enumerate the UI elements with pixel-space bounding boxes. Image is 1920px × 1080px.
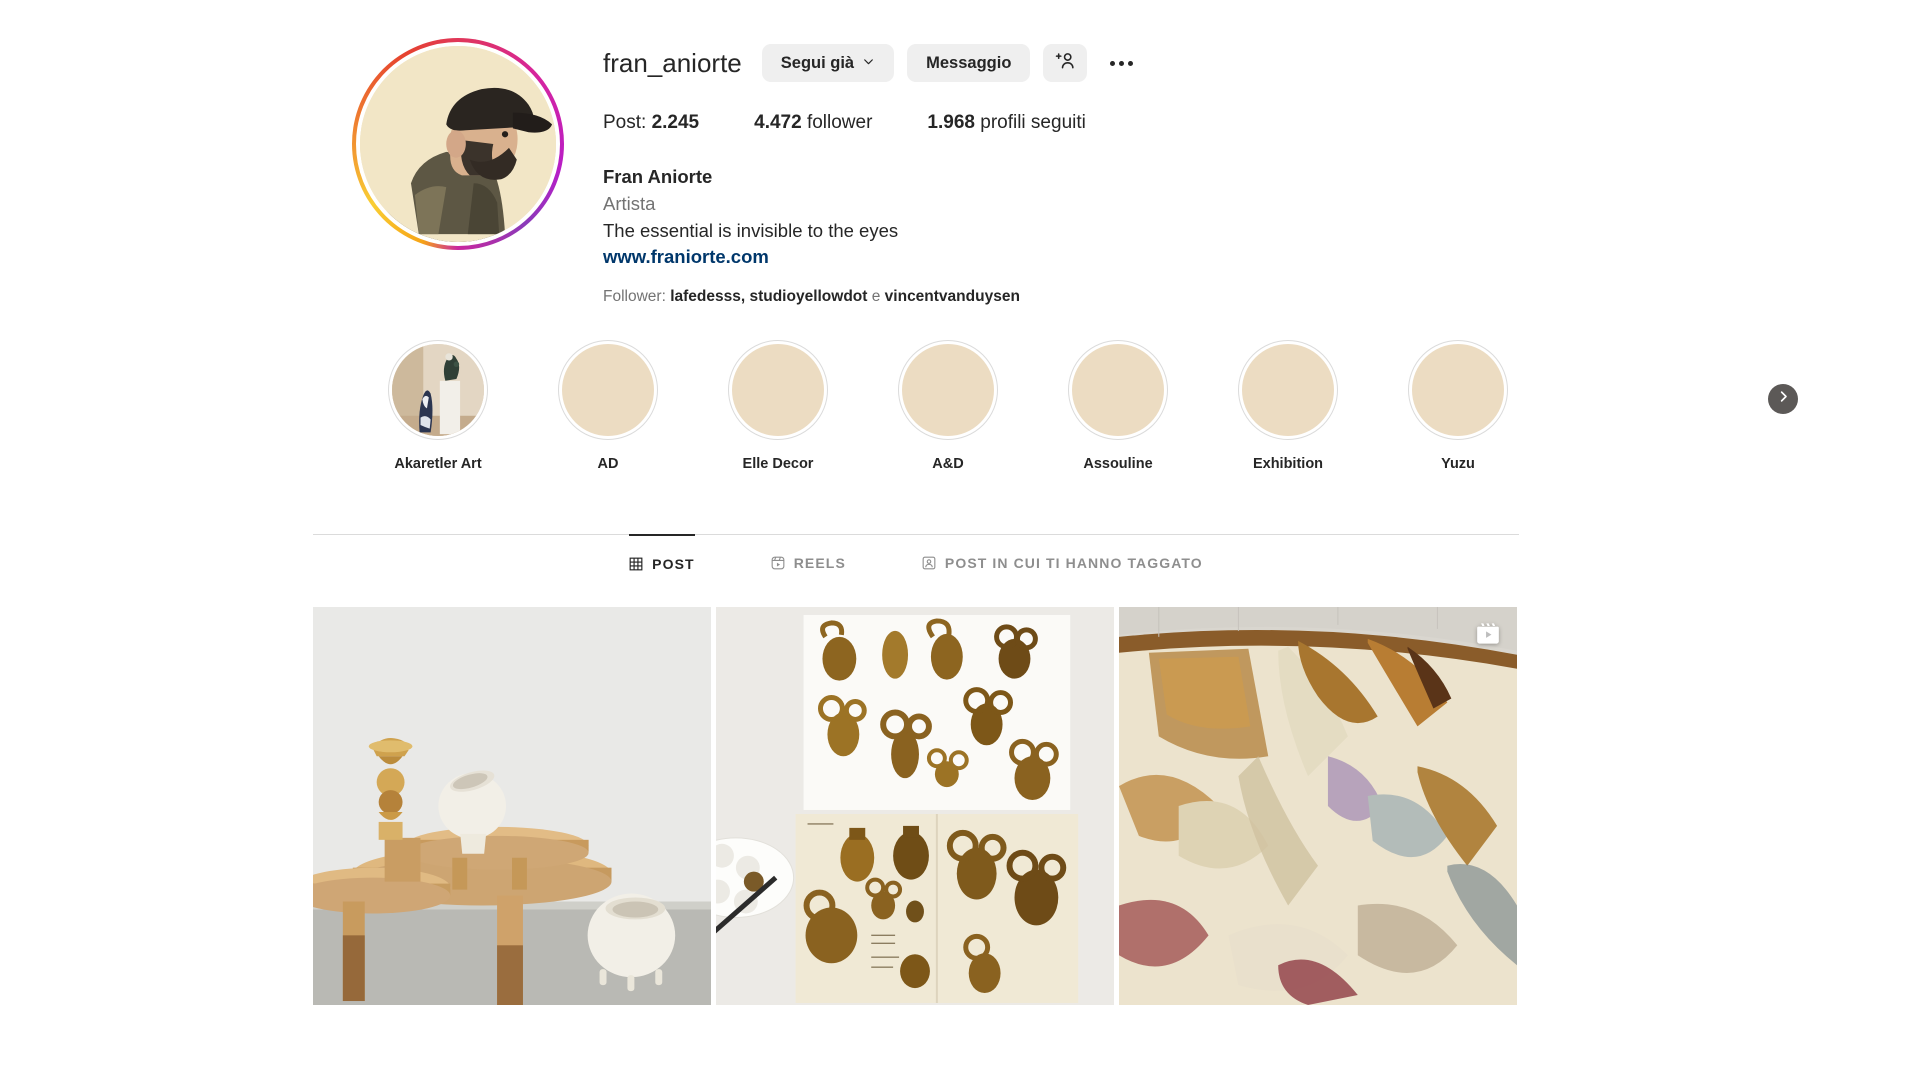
more-options-icon <box>1118 60 1124 66</box>
highlight-label: A&D <box>932 456 964 473</box>
profile-header: fran_aniorte Segui già Messaggio Post: 2… <box>313 0 1519 306</box>
highlight-cover-image <box>1072 344 1164 437</box>
post-thumbnail[interactable] <box>313 607 711 1006</box>
more-options-button[interactable] <box>1100 44 1142 82</box>
highlight-cover[interactable] <box>728 340 828 441</box>
story-ring[interactable] <box>352 38 564 250</box>
grid-icon <box>629 557 643 571</box>
post-thumbnail[interactable] <box>1119 607 1517 1006</box>
highlight-cover-image <box>1412 344 1504 437</box>
bio-link[interactable]: www.franiorte.com <box>603 244 769 271</box>
more-options-icon <box>1109 60 1115 66</box>
mutual-followers-conjunction: e <box>867 288 885 306</box>
tab-reels-label: REELS <box>793 555 846 572</box>
highlight-label: Elle Decor <box>742 456 814 473</box>
full-name: Fran Aniorte <box>603 166 713 187</box>
stat-following-value: 1.968 <box>927 112 975 133</box>
mutual-followers[interactable]: Follower: lafedesss, studioyellowdot e v… <box>603 288 1519 306</box>
chevron-right-icon <box>1776 389 1791 409</box>
highlight-cover-image <box>902 344 994 437</box>
bio-description: The essential is invisible to the eyes <box>603 219 899 241</box>
tab-reels[interactable]: REELS <box>771 534 846 594</box>
stat-following[interactable]: 1.968 profili seguiti <box>927 112 1085 134</box>
stat-posts-value: 2.245 <box>651 112 700 133</box>
username-actions-row: fran_aniorte Segui già Messaggio <box>603 44 1519 82</box>
highlight-item[interactable]: Akaretler Art <box>353 340 523 472</box>
tab-tagged[interactable]: POST IN CUI TI HANNO TAGGATO <box>922 534 1203 594</box>
stat-followers-label: follower <box>801 112 873 133</box>
highlight-label: AD <box>597 456 619 473</box>
highlight-cover[interactable] <box>558 340 658 441</box>
stat-posts[interactable]: Post: 2.245 <box>603 112 699 134</box>
highlight-cover-image <box>392 344 484 437</box>
tab-tagged-label: POST IN CUI TI HANNO TAGGATO <box>944 555 1203 572</box>
post-thumbnail[interactable] <box>716 607 1114 1006</box>
highlight-cover-image <box>562 344 654 437</box>
stat-posts-prefix: Post: <box>603 112 652 133</box>
avatar-column <box>313 38 603 306</box>
highlight-item[interactable]: AD <box>523 340 693 472</box>
follow-button[interactable]: Segui già <box>761 44 895 82</box>
profile-stats: Post: 2.245 4.472 follower 1.968 profili… <box>603 112 1519 134</box>
highlight-cover-image <box>732 344 824 437</box>
highlight-cover-image <box>1242 344 1334 437</box>
post-grid <box>313 607 1519 1006</box>
highlight-label: Assouline <box>1083 456 1153 473</box>
highlight-cover[interactable] <box>388 340 488 441</box>
profile-container: fran_aniorte Segui già Messaggio Post: 2… <box>313 0 1798 1006</box>
add-person-button[interactable] <box>1043 44 1088 82</box>
mutual-followers-last: vincentvanduysen <box>884 288 1020 306</box>
message-button[interactable]: Messaggio <box>907 44 1031 82</box>
tagged-icon <box>922 556 936 570</box>
highlight-cover[interactable] <box>1238 340 1338 441</box>
chevron-down-icon <box>862 54 875 73</box>
profile-photo <box>360 46 556 242</box>
stat-followers-value: 4.472 <box>754 112 802 133</box>
tab-post[interactable]: POST <box>629 534 695 594</box>
mutual-followers-prefix: Follower: <box>603 288 671 306</box>
highlight-item[interactable]: Exhibition <box>1203 340 1373 472</box>
highlight-cover[interactable] <box>898 340 998 441</box>
more-options-icon <box>1127 60 1133 66</box>
instagram-profile-page: fran_aniorte Segui già Messaggio Post: 2… <box>0 0 1920 1080</box>
message-button-label: Messaggio <box>926 53 1012 72</box>
mutual-followers-names: lafedesss, studioyellowdot <box>670 288 868 306</box>
highlight-label: Akaretler Art <box>394 456 482 473</box>
stat-followers[interactable]: 4.472 follower <box>754 112 872 134</box>
highlight-item[interactable]: A&D <box>863 340 1033 472</box>
highlight-item[interactable]: Assouline <box>1033 340 1203 472</box>
profile-info: fran_aniorte Segui già Messaggio Post: 2… <box>603 38 1519 306</box>
add-person-icon <box>1055 50 1076 76</box>
profile-tabs: POST REELS POST IN CUI TI HANNO TAGGATO <box>313 534 1519 595</box>
profile-bio: Fran Aniorte Artista The essential is in… <box>603 164 1519 271</box>
profile-category: Artista <box>603 192 656 214</box>
highlight-label: Yuzu <box>1441 456 1475 473</box>
avatar[interactable] <box>356 42 560 246</box>
highlight-item[interactable]: Yuzu <box>1373 340 1543 472</box>
stat-following-label: profili seguiti <box>974 112 1086 133</box>
follow-button-label: Segui già <box>780 53 855 72</box>
highlights-next-button[interactable] <box>1768 384 1798 415</box>
highlight-cover[interactable] <box>1068 340 1168 441</box>
reels-icon <box>771 556 785 570</box>
highlight-cover[interactable] <box>1408 340 1508 441</box>
highlight-item[interactable]: Elle Decor <box>693 340 863 472</box>
highlight-label: Exhibition <box>1252 456 1324 473</box>
page-title: fran_aniorte <box>603 48 742 78</box>
story-highlights: Akaretler Art AD Elle Decor A&D Assoulin… <box>313 306 1798 472</box>
tab-post-label: POST <box>652 556 695 573</box>
reels-badge-icon <box>1475 621 1501 647</box>
